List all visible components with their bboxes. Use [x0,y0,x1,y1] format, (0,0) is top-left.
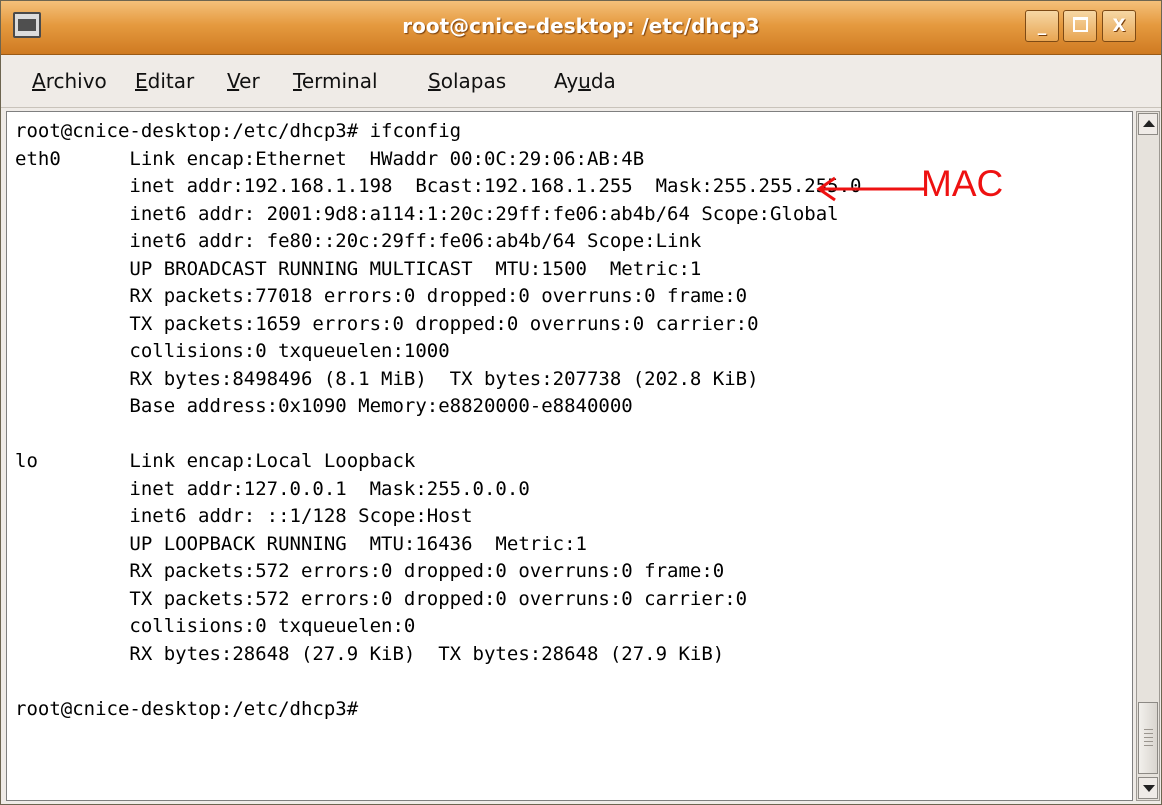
terminal-output[interactable]: root@cnice-desktop:/etc/dhcp3# ifconfig e… [6,111,1133,801]
terminal-line: inet6 addr: ::1/128 Scope:Host [15,505,473,527]
terminal-line: inet addr:192.168.1.198 Bcast:192.168.1.… [15,175,862,197]
terminal-window: root@cnice-desktop: /etc/dhcp3 _ X Archi… [0,0,1162,805]
terminal-line: inet addr:127.0.0.1 Mask:255.0.0.0 [15,477,530,500]
terminal-line: eth0 Link encap:Ethernet HWaddr 00:0C:29… [15,147,645,170]
minimize-button[interactable]: _ [1025,10,1059,42]
maximize-icon [1072,17,1088,32]
terminal-line: Base address:0x1090 Memory:e8820000-e884… [15,395,633,417]
grip-icon [1144,729,1153,747]
window-title: root@cnice-desktop: /etc/dhcp3 [402,14,760,38]
terminal-line: inet6 addr: fe80::20c:29ff:fe06:ab4b/64 … [15,230,702,252]
terminal-line: UP LOOPBACK RUNNING MTU:16436 Metric:1 [15,532,587,555]
title-bar[interactable]: root@cnice-desktop: /etc/dhcp3 _ X [1,1,1161,55]
terminal-line: root@cnice-desktop:/etc/dhcp3# [15,697,359,720]
scroll-up-button[interactable] [1138,113,1158,135]
scroll-thumb[interactable] [1138,702,1158,774]
vertical-scrollbar[interactable] [1136,111,1160,801]
maximize-button[interactable] [1063,10,1097,42]
terminal-text: root@cnice-desktop:/etc/dhcp3# ifconfig e… [15,118,861,723]
scroll-down-button[interactable] [1138,777,1158,799]
close-button[interactable]: X [1102,10,1136,42]
menu-archivo[interactable]: Archivo [32,55,107,107]
menu-ver[interactable]: Ver [227,55,260,107]
terminal-line: UP BROADCAST RUNNING MULTICAST MTU:1500 … [15,257,702,280]
mac-label: MAC [921,163,1004,204]
terminal-line: RX packets:572 errors:0 dropped:0 overru… [15,560,725,582]
terminal-line: RX packets:77018 errors:0 dropped:0 over… [15,285,748,307]
terminal-line: RX bytes:28648 (27.9 KiB) TX bytes:28648… [15,642,725,665]
terminal-line: TX packets:572 errors:0 dropped:0 overru… [15,587,748,610]
menu-terminal[interactable]: Terminal [293,55,378,107]
terminal-line: collisions:0 txqueuelen:0 [15,615,416,637]
terminal-line: TX packets:1659 errors:0 dropped:0 overr… [15,312,759,335]
terminal-line: root@cnice-desktop:/etc/dhcp3# ifconfig [15,120,462,142]
menu-editar[interactable]: Editar [135,55,194,107]
menu-solapas[interactable]: Solapas [428,55,506,107]
menu-bar: Archivo Editar Ver Terminal Solapas Ayud… [1,55,1161,108]
terminal-line: RX bytes:8498496 (8.1 MiB) TX bytes:2077… [15,367,759,390]
terminal-line: lo Link encap:Local Loopback [15,450,416,472]
left-arrow-icon [816,176,926,202]
menu-ayuda[interactable]: Ayuda [554,55,616,107]
terminal-line: collisions:0 txqueuelen:1000 [15,340,450,362]
terminal-line: inet6 addr: 2001:9d8:a114:1:20c:29ff:fe0… [15,202,839,225]
